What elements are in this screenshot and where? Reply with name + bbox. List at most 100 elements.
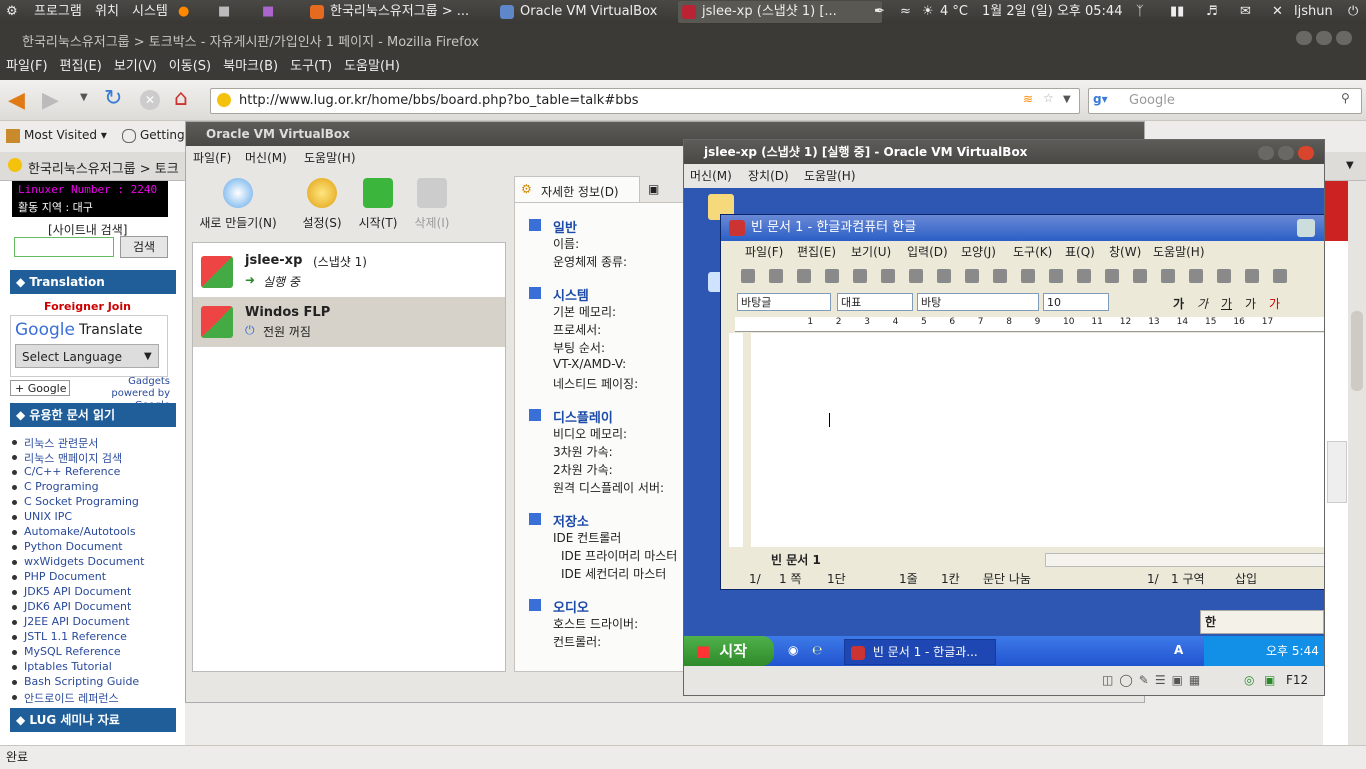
stop-icon[interactable]: ✕ xyxy=(140,90,160,110)
scrollbar-thumb[interactable] xyxy=(1351,311,1363,391)
font-size-select[interactable]: 10 xyxy=(1043,293,1109,311)
applications-menu[interactable]: 프로그램 xyxy=(34,0,82,24)
menu-help[interactable]: 도움말(H) xyxy=(338,54,406,80)
vbm-menu-machine[interactable]: 머신(M) xyxy=(245,146,287,170)
hwp-menu-item[interactable]: 모양(J) xyxy=(961,241,996,263)
url-dropdown-icon[interactable]: ▼ xyxy=(1063,94,1071,105)
save-icon[interactable] xyxy=(825,269,839,283)
xp-task-hwp[interactable]: 빈 문서 1 - 한글과... xyxy=(844,639,996,665)
doc-link[interactable]: MySQL Reference xyxy=(24,645,121,658)
back-icon[interactable]: ◀ xyxy=(8,88,25,113)
close-icon[interactable] xyxy=(1298,146,1314,160)
weather-text[interactable]: 4 °C xyxy=(940,0,968,24)
vertical-ruler[interactable] xyxy=(729,333,743,547)
paste-icon[interactable] xyxy=(1077,269,1091,283)
menu-edit[interactable]: 편집(E) xyxy=(54,54,108,80)
print-icon[interactable] xyxy=(853,269,867,283)
section-title[interactable]: 오디오 xyxy=(553,597,589,616)
guest-desktop[interactable]: 빈 문서 1 - 한글과컴퓨터 한글 파일(F) 편집(E) 보기(U) 입력(D) 모… xyxy=(684,188,1324,666)
page-scrollbar[interactable] xyxy=(1348,181,1366,745)
select-language-dropdown[interactable]: Select Language ▼ xyxy=(15,344,159,368)
rss-icon[interactable]: ≋ xyxy=(1023,92,1033,106)
foreigner-join-link[interactable]: Foreigner Join xyxy=(44,300,131,313)
hwp-menu-item[interactable]: 보기(U) xyxy=(851,241,891,263)
task-firefox[interactable]: 한국리눅스유저그룹 > ... xyxy=(306,1,510,23)
table-icon[interactable] xyxy=(1217,269,1231,283)
strike-icon[interactable]: 가 xyxy=(1245,295,1256,312)
section-title[interactable]: 디스플레이 xyxy=(553,407,613,426)
menu-go[interactable]: 이동(S) xyxy=(163,54,217,80)
task-virtualbox[interactable]: Oracle VM VirtualBox xyxy=(496,1,690,23)
format-icon[interactable] xyxy=(1105,269,1119,283)
document-page[interactable] xyxy=(751,333,1324,547)
tab-title[interactable]: 한국리눅스유저그룹 > 토크 xyxy=(28,158,179,177)
shutdown-icon[interactable]: ⏻ xyxy=(1348,0,1358,24)
cut-icon[interactable] xyxy=(1021,269,1035,283)
doc-link[interactable]: JDK6 API Document xyxy=(24,600,131,613)
bold-icon[interactable]: 가 xyxy=(1173,295,1184,312)
doc-link[interactable]: Bash Scripting Guide xyxy=(24,675,139,688)
minimize-icon[interactable] xyxy=(1297,219,1315,237)
doc-tab[interactable]: 빈 문서 1 xyxy=(771,551,821,568)
ie-icon[interactable]: ℮ xyxy=(812,643,822,657)
site-search-button[interactable]: 검색 xyxy=(120,236,168,258)
section-title[interactable]: 시스템 xyxy=(553,285,589,304)
h-scrollbar[interactable] xyxy=(1045,553,1324,567)
doc-link[interactable]: C Programing xyxy=(24,480,99,493)
hwp-menu-item[interactable]: 파일(F) xyxy=(745,241,783,263)
mail-icon[interactable]: ✉ xyxy=(1240,0,1251,24)
doc-link[interactable]: wxWidgets Document xyxy=(24,555,144,568)
clock[interactable]: 1월 2일 (일) 오후 05:44 xyxy=(982,0,1122,24)
maximize-icon[interactable] xyxy=(1316,31,1332,45)
bookmark-star-icon[interactable]: ☆ xyxy=(1043,91,1054,105)
weather-icon[interactable]: ☀ xyxy=(922,0,934,24)
book-image[interactable] xyxy=(1327,441,1347,503)
doc-link[interactable]: 리눅스 관련문서 xyxy=(24,435,98,451)
doc-link[interactable]: Python Document xyxy=(24,540,123,553)
style-icon[interactable] xyxy=(1189,269,1203,283)
vm-item-windos-flp[interactable]: Windos FLP ⏻ 전원 꺼짐 xyxy=(193,297,505,347)
quicklaunch-icon[interactable]: ◉ xyxy=(788,643,798,657)
font-group-select[interactable]: 대표 xyxy=(837,293,913,311)
find-icon[interactable] xyxy=(993,269,1007,283)
minimize-icon[interactable] xyxy=(1258,146,1274,160)
doc-link[interactable]: Iptables Tutorial xyxy=(24,660,112,673)
ime-mode[interactable]: 한 xyxy=(1205,613,1216,630)
link-icon[interactable] xyxy=(1245,269,1259,283)
gimp-launcher-icon[interactable]: ■ xyxy=(218,0,230,24)
underline-icon[interactable]: 가 xyxy=(1221,295,1232,312)
maximize-icon[interactable] xyxy=(1278,146,1294,160)
url-text[interactable]: http://www.lug.or.kr/home/bbs/board.php?… xyxy=(239,93,639,108)
language-icon[interactable]: A xyxy=(1174,643,1183,657)
places-menu[interactable]: 위치 xyxy=(95,0,119,24)
history-dropdown-icon[interactable]: ▼ xyxy=(80,92,88,103)
wifi-icon[interactable]: ≈ xyxy=(900,0,911,24)
doc-link[interactable]: JDK5 API Document xyxy=(24,585,131,598)
reload-icon[interactable]: ↻ xyxy=(104,86,122,111)
vm-menu-devices[interactable]: 장치(D) xyxy=(748,164,789,188)
font-select[interactable]: 바탕 xyxy=(917,293,1039,311)
ime-toolbar[interactable]: 한 xyxy=(1200,610,1324,634)
page-icon[interactable] xyxy=(909,269,923,283)
align-icon[interactable] xyxy=(1161,269,1175,283)
vm-menu-help[interactable]: 도움말(H) xyxy=(804,164,856,188)
folder-icon[interactable] xyxy=(797,269,811,283)
firefox-launcher-icon[interactable]: ● xyxy=(178,0,189,24)
bluetooth-icon[interactable]: ᛉ xyxy=(1136,0,1144,24)
add-google-button[interactable]: + Google xyxy=(10,380,70,396)
device-status-icons[interactable]: ◫◯✎☰▣▦ xyxy=(1102,673,1206,687)
banner-image[interactable] xyxy=(1323,181,1348,241)
spell-icon[interactable] xyxy=(1133,269,1147,283)
undo-icon[interactable] xyxy=(937,269,951,283)
vm-item-jslee-xp[interactable]: jslee-xp (스냅샷 1) ➜ 실행 중 xyxy=(193,247,505,297)
menu-file[interactable]: 파일(F) xyxy=(0,54,54,80)
xp-start-button[interactable]: ■ 시작 xyxy=(684,636,774,666)
power-icon[interactable]: ✕ xyxy=(1272,0,1283,24)
section-title[interactable]: 저장소 xyxy=(553,511,589,530)
delete-button[interactable]: 삭제(I) xyxy=(392,172,472,231)
hwp-menu-item[interactable]: 편집(E) xyxy=(797,241,836,263)
preview-icon[interactable] xyxy=(881,269,895,283)
user-name[interactable]: ljshun xyxy=(1294,0,1333,24)
task-vm[interactable]: jslee-xp (스냅샷 1) [... xyxy=(678,1,882,23)
search-input[interactable]: Google xyxy=(1129,93,1175,108)
